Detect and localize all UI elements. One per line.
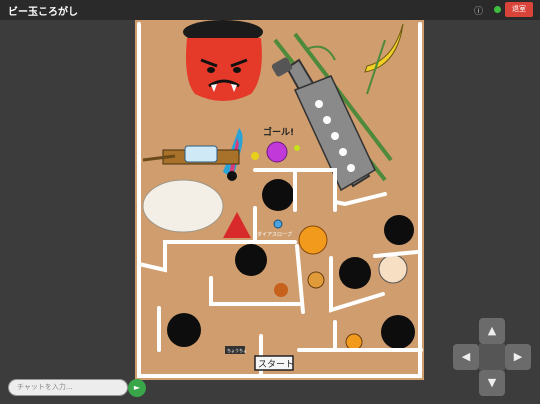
hole (167, 313, 201, 347)
flower-icon (266, 141, 288, 163)
pumpkin-icon (345, 333, 363, 351)
orange-icon (298, 225, 328, 255)
hole (262, 179, 294, 211)
hole (384, 215, 414, 245)
player-name-label: ダイアスロープ (257, 231, 292, 238)
sack-icon (142, 179, 224, 233)
cat-icon (307, 271, 325, 289)
app-title: ビー玉ころがし (8, 7, 78, 18)
dpad-down-button[interactable]: ▼ (479, 370, 505, 396)
start-label: スタート (258, 359, 294, 370)
dpad-up-button[interactable]: ▲ (479, 318, 505, 344)
goal-label: ゴール! (263, 126, 294, 138)
online-status-icon (494, 6, 501, 13)
oni-icon (183, 20, 263, 101)
info-icon[interactable]: ⓘ (474, 4, 483, 17)
dpad-right-button[interactable]: ▶ (505, 344, 531, 370)
sign-label: ちょうちょ (227, 347, 247, 353)
game-board: ゴール! ダイアスロープ ちょうちょ スタート (135, 20, 424, 380)
exit-button[interactable]: 退室 (505, 2, 533, 17)
hole (339, 257, 371, 289)
marble-ball (273, 219, 283, 229)
chat-input[interactable]: チャットを入力... (8, 379, 128, 396)
small-flower-icon (294, 145, 300, 151)
hole (381, 315, 415, 349)
hole (235, 244, 267, 276)
top-bar: ビー玉ころがし ⓘ 退室 (0, 0, 540, 20)
dpad-center (479, 344, 505, 370)
send-button[interactable]: ► (128, 379, 146, 397)
small-flower-icon (251, 152, 259, 160)
face-icon (378, 254, 408, 284)
cookie-icon (274, 283, 288, 297)
dpad-left-button[interactable]: ◀ (453, 344, 479, 370)
